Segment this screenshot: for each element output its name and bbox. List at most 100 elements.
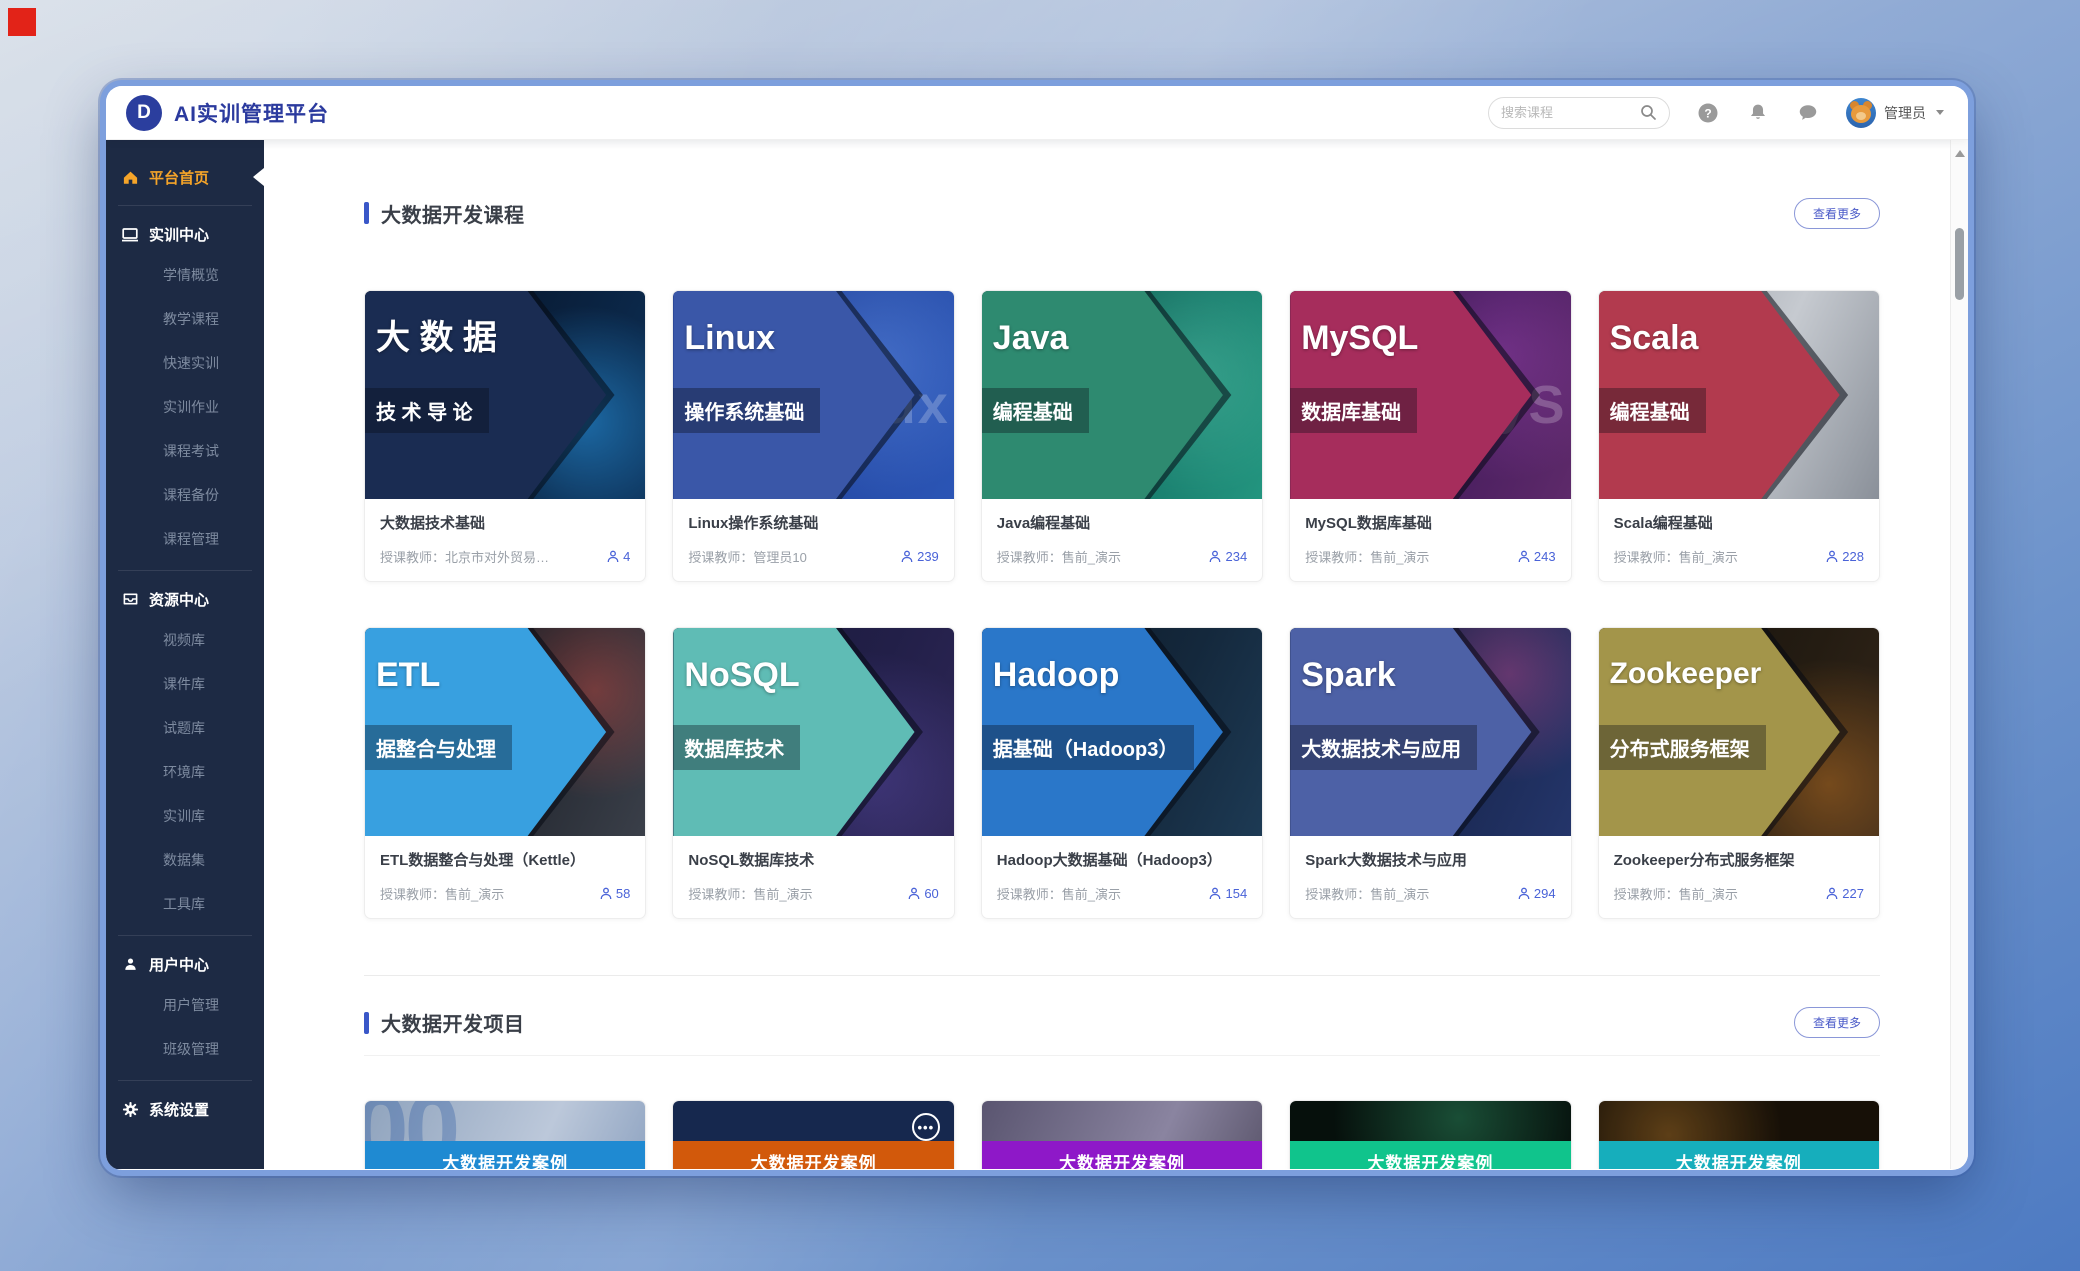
course-card[interactable]: Hadoop 据基础（Hadoop3） Hadoop大数据基础（Hadoop3）… [981,627,1263,919]
cover-title: Spark [1301,658,1396,694]
sidebar-item-environment-library[interactable]: 环境库 [106,750,264,794]
project-row: 00 大数据开发案例 ••• 大数据开发案例 大数据开发案例 [364,1100,1880,1169]
cover-subtitle: 据基础（Hadoop3） [982,725,1195,770]
course-card[interactable]: Java 编程基础 Java编程基础 授课教师：售前_演示 234 [981,290,1263,582]
sidebar-item-teaching-courses[interactable]: 教学课程 [106,297,264,341]
view-more-button[interactable]: 查看更多 [1794,198,1880,229]
course-card[interactable]: Spark 大数据技术与应用 Spark大数据技术与应用 授课教师：售前_演示 … [1289,627,1571,919]
sidebar-item-course-exams[interactable]: 课程考试 [106,429,264,473]
app-title: AI实训管理平台 [174,98,329,128]
person-icon [1209,887,1221,900]
course-student-count: 228 [1826,549,1864,564]
cover-title: Scala [1610,321,1699,357]
cover-subtitle: 技 术 导 论 [365,388,489,433]
sidebar-item-course-backup[interactable]: 课程备份 [106,473,264,517]
course-card[interactable]: ETL 据整合与处理 ETL数据整合与处理（Kettle） 授课教师：售前_演示… [364,627,646,919]
sidebar-item-datasets[interactable]: 数据集 [106,838,264,882]
cover-subtitle: 数据库技术 [673,725,800,770]
project-cover: 00 大数据开发案例 [365,1101,645,1169]
section-title: 大数据开发项目 [381,1008,525,1037]
cover-title: Zookeeper [1610,658,1762,690]
cover-title: Hadoop [993,658,1120,694]
project-banner: 大数据开发案例 [365,1141,645,1169]
app-window: D AI实训管理平台 ? 管理员 [106,86,1968,1170]
cover-subtitle: 分布式服务框架 [1599,725,1766,770]
sidebar-item-resource-center[interactable]: 资源中心 [106,580,264,618]
course-teacher: 授课教师：售前_演示 [1305,884,1429,903]
scrollbar-thumb[interactable] [1955,228,1964,300]
sidebar-item-home[interactable]: 平台首页 [106,158,264,196]
sidebar-item-courseware-library[interactable]: 课件库 [106,662,264,706]
sidebar-item-question-library[interactable]: 试题库 [106,706,264,750]
course-student-count: 60 [908,886,938,901]
section-title: 大数据开发课程 [381,199,525,228]
project-card[interactable]: 大数据开发案例 [981,1100,1263,1169]
person-icon [1518,550,1530,563]
project-card[interactable]: 大数据开发案例 [1289,1100,1571,1169]
section-big-data-projects: 大数据开发项目 查看更多 00 大数据开发案例 ••• 大数据开 [364,975,1880,1169]
course-teacher: 授课教师：售前_演示 [997,884,1121,903]
course-student-count: 58 [600,886,630,901]
sidebar: 平台首页 实训中心 学情概览 教学课程 快速实训 实训作业 课程考试 课程备份 … [106,140,264,1169]
user-name: 管理员 [1884,103,1926,123]
project-card[interactable]: 大数据开发案例 [1598,1100,1880,1169]
course-card[interactable]: Zookeeper 分布式服务框架 Zookeeper分布式服务框架 授课教师：… [1598,627,1880,919]
divider [118,570,252,571]
training-display-icon [121,226,139,243]
resource-box-icon [121,591,139,607]
course-teacher: 授课教师：北京市对外贸易学校教... [380,547,560,566]
sidebar-item-system-settings[interactable]: 系统设置 [106,1090,264,1128]
person-icon [1826,887,1838,900]
project-card[interactable]: 00 大数据开发案例 [364,1100,646,1169]
cover-subtitle: 数据库基础 [1290,388,1417,433]
person-icon [1826,550,1838,563]
messages-chat-icon[interactable] [1796,101,1820,125]
course-row-2: ETL 据整合与处理 ETL数据整合与处理（Kettle） 授课教师：售前_演示… [364,627,1880,919]
course-title: ETL数据整合与处理（Kettle） [380,849,630,870]
sidebar-item-user-management[interactable]: 用户管理 [106,983,264,1027]
project-banner: 大数据开发案例 [1290,1141,1570,1169]
sidebar-item-training-library[interactable]: 实训库 [106,794,264,838]
person-icon [1518,887,1530,900]
project-cover: 大数据开发案例 [1599,1101,1879,1169]
sidebar-item-training-center[interactable]: 实训中心 [106,215,264,253]
scroll-up-arrow[interactable] [1955,150,1965,157]
course-teacher: 授课教师：售前_演示 [997,547,1121,566]
sidebar-item-user-center[interactable]: 用户中心 [106,945,264,983]
course-card[interactable]: NoSQL 数据库技术 NoSQL数据库技术 授课教师：售前_演示 60 [672,627,954,919]
course-student-count: 294 [1518,886,1556,901]
avatar[interactable] [1846,98,1876,128]
help-icon[interactable]: ? [1696,101,1720,125]
notifications-bell-icon[interactable] [1746,101,1770,125]
more-dots-icon: ••• [912,1113,940,1141]
sidebar-item-learning-overview[interactable]: 学情概览 [106,253,264,297]
course-search[interactable] [1488,97,1670,129]
app-header: D AI实训管理平台 ? 管理员 [106,86,1968,140]
course-card[interactable]: inux Linux 操作系统基础 Linux操作系统基础 授课教师：管理员10 [672,290,954,582]
sidebar-item-tools-library[interactable]: 工具库 [106,882,264,926]
user-menu[interactable]: 管理员 [1846,98,1944,128]
person-icon [908,887,920,900]
course-card[interactable]: 大 数 据 技 术 导 论 大数据技术基础 授课教师：北京市对外贸易学校教...… [364,290,646,582]
sidebar-item-quick-training[interactable]: 快速实训 [106,341,264,385]
course-card[interactable]: Scala 编程基础 Scala编程基础 授课教师：售前_演示 228 [1598,290,1880,582]
project-card[interactable]: ••• 大数据开发案例 [672,1100,954,1169]
view-more-button[interactable]: 查看更多 [1794,1007,1880,1038]
project-banner: 大数据开发案例 [982,1141,1262,1169]
sidebar-item-training-homework[interactable]: 实训作业 [106,385,264,429]
section-accent-bar [364,202,369,224]
cover-title: ETL [376,658,440,694]
course-teacher: 授课教师：售前_演示 [688,884,812,903]
person-icon [607,550,619,563]
course-card[interactable]: MyS MySQL 数据库基础 MySQL数据库基础 授课教师：售前_演示 [1289,290,1571,582]
sidebar-item-video-library[interactable]: 视频库 [106,618,264,662]
course-title: 大数据技术基础 [380,512,630,533]
sidebar-item-class-management[interactable]: 班级管理 [106,1027,264,1071]
search-icon[interactable] [1640,104,1657,121]
section-big-data-courses: 大数据开发课程 查看更多 大 数 据 技 术 导 论 [364,140,1880,919]
sidebar-item-course-management[interactable]: 课程管理 [106,517,264,561]
scrollbar[interactable] [1950,140,1968,1169]
course-cover: ETL 据整合与处理 [365,628,645,836]
search-input[interactable] [1501,105,1640,120]
cover-title: NoSQL [684,658,799,694]
